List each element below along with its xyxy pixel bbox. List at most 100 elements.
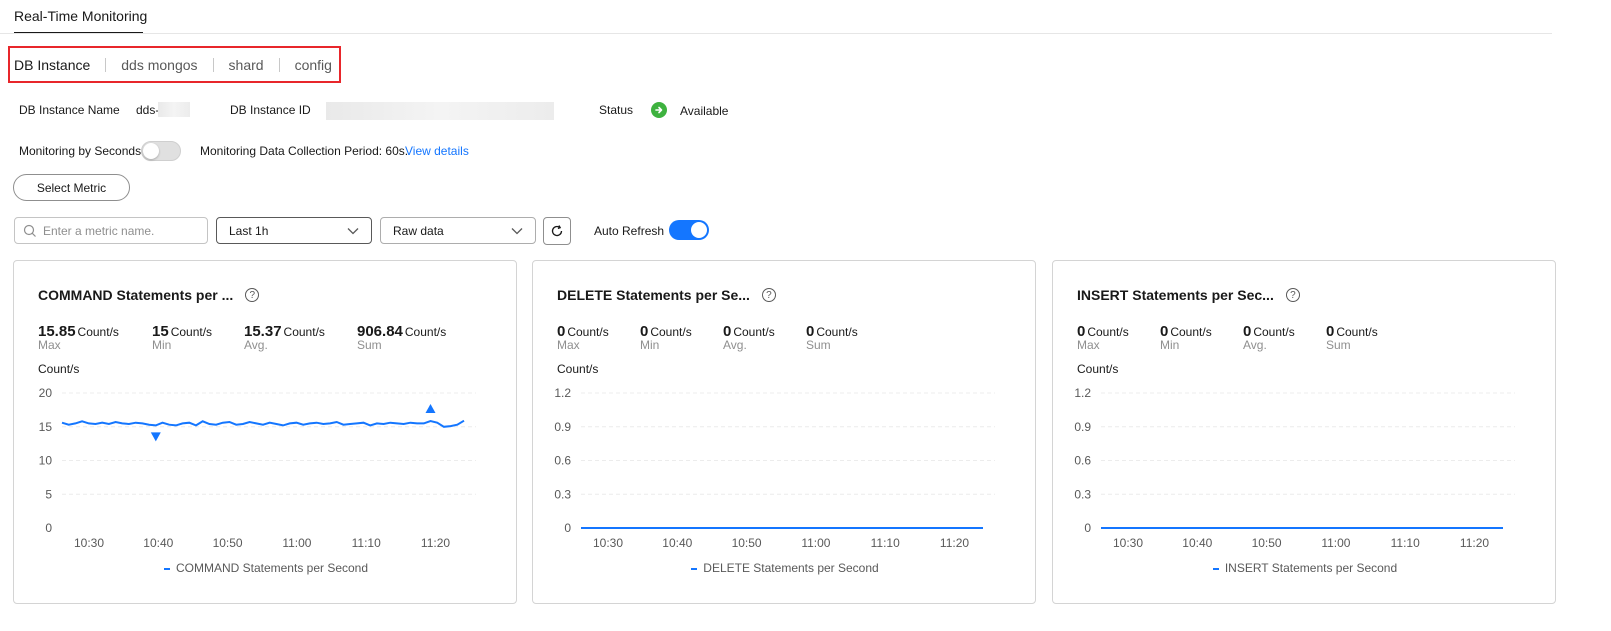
x-tick-label: 11:20 bbox=[421, 536, 450, 550]
chart-title-text: INSERT Statements per Sec... bbox=[1077, 287, 1274, 303]
stat-unit: Count/s bbox=[733, 325, 775, 339]
redacted-block bbox=[326, 102, 554, 120]
select-metric-button[interactable]: Select Metric bbox=[13, 174, 130, 201]
metric-search-input[interactable] bbox=[43, 223, 203, 238]
stat-max: 15.85 Count/s Max bbox=[38, 323, 119, 352]
y-tick-label: 0.3 bbox=[1074, 487, 1091, 501]
x-tick-label: 10:30 bbox=[593, 536, 623, 550]
legend-label: INSERT Statements per Second bbox=[1224, 561, 1398, 575]
stat-max: 0 Count/s Max bbox=[1077, 323, 1129, 352]
y-tick-label: 20 bbox=[39, 386, 53, 400]
stat-unit: Count/s bbox=[404, 325, 447, 339]
stat-label: Avg. bbox=[244, 338, 268, 352]
stat-label: Avg. bbox=[723, 338, 747, 352]
sub-tab-dds-mongos[interactable]: dds mongos bbox=[121, 57, 197, 73]
y-tick-label: 10 bbox=[39, 454, 53, 468]
sub-tab-shard[interactable]: shard bbox=[229, 57, 264, 73]
stat-label: Max bbox=[557, 338, 580, 352]
header-divider bbox=[0, 33, 1552, 34]
metric-search-box[interactable] bbox=[14, 217, 208, 244]
x-tick-label: 10:40 bbox=[662, 536, 692, 550]
stat-unit: Count/s bbox=[1087, 325, 1129, 339]
stat-unit: Count/s bbox=[650, 325, 692, 339]
toggle-knob bbox=[691, 222, 707, 238]
series-line bbox=[61, 419, 465, 428]
x-tick-label: 11:10 bbox=[871, 536, 900, 550]
chart-title-text: DELETE Statements per Se... bbox=[557, 287, 750, 303]
y-tick-label: 0.9 bbox=[1074, 420, 1091, 434]
stat-label: Sum bbox=[357, 338, 382, 352]
help-icon[interactable]: ? bbox=[245, 288, 260, 302]
status-available-icon bbox=[651, 102, 667, 118]
x-tick-label: 10:30 bbox=[1113, 536, 1143, 550]
stat-label: Sum bbox=[1326, 338, 1351, 352]
stat-label: Avg. bbox=[1243, 338, 1267, 352]
stat-unit: Count/s bbox=[1336, 325, 1378, 339]
y-tick-label: 0.6 bbox=[554, 454, 571, 468]
toggle-knob bbox=[143, 143, 159, 159]
stat-sum: 0 Count/s Sum bbox=[806, 323, 858, 352]
stat-min: 0 Count/s Min bbox=[1160, 323, 1212, 352]
x-tick-label: 11:20 bbox=[940, 536, 969, 550]
search-icon bbox=[23, 224, 36, 237]
tab-real-time-monitoring[interactable]: Real-Time Monitoring bbox=[14, 8, 147, 24]
chart-title: INSERT Statements per Sec...? bbox=[1077, 287, 1300, 303]
data-type-value: Raw data bbox=[393, 223, 444, 238]
monitoring-by-seconds-toggle[interactable] bbox=[141, 141, 181, 161]
chart-legend[interactable]: INSERT Statements per Second bbox=[1053, 561, 1557, 575]
chart-title: COMMAND Statements per ...? bbox=[38, 287, 260, 303]
chart-title-text: COMMAND Statements per ... bbox=[38, 287, 234, 303]
y-axis-unit: Count/s bbox=[1077, 362, 1119, 376]
view-details-link[interactable]: View details bbox=[405, 144, 469, 158]
y-tick-label: 1.2 bbox=[1074, 386, 1091, 400]
help-icon[interactable]: ? bbox=[761, 288, 776, 302]
legend-swatch bbox=[691, 567, 698, 570]
stat-unit: Count/s bbox=[816, 325, 858, 339]
instance-name-label: DB Instance Name bbox=[19, 103, 120, 117]
monitoring-by-seconds-label: Monitoring by Seconds bbox=[19, 144, 142, 158]
stat-unit: Count/s bbox=[1170, 325, 1212, 339]
stat-unit: Count/s bbox=[283, 325, 325, 339]
auto-refresh-toggle[interactable] bbox=[669, 220, 709, 240]
stat-unit: Count/s bbox=[1253, 325, 1295, 339]
help-icon[interactable]: ? bbox=[1285, 288, 1300, 302]
x-tick-label: 10:30 bbox=[74, 536, 104, 550]
legend-label: DELETE Statements per Second bbox=[703, 561, 879, 575]
line-chart: 1.2 0.9 0.6 0.3 0 10:30 10:40 10:50 11:00 11:10 11… bbox=[1074, 386, 1515, 550]
min-marker bbox=[150, 432, 161, 442]
data-type-select[interactable]: Raw data bbox=[380, 217, 536, 244]
refresh-button[interactable] bbox=[543, 217, 571, 245]
chevron-down-icon bbox=[511, 227, 523, 234]
stat-avg: 0 Count/s Avg. bbox=[1243, 323, 1295, 352]
refresh-icon bbox=[551, 225, 563, 237]
sub-tab-separator bbox=[212, 57, 214, 72]
x-tick-label: 11:20 bbox=[1460, 536, 1489, 550]
sub-tab-config[interactable]: config bbox=[295, 57, 332, 73]
status-label: Status bbox=[599, 103, 634, 117]
x-tick-label: 11:10 bbox=[352, 536, 381, 550]
y-tick-label: 5 bbox=[45, 487, 52, 501]
stat-unit: Count/s bbox=[77, 325, 119, 339]
stat-unit: Count/s bbox=[567, 325, 609, 339]
stat-max: 0 Count/s Max bbox=[557, 323, 609, 352]
chevron-down-icon bbox=[347, 227, 359, 234]
stat-label: Min bbox=[1160, 338, 1180, 352]
chart-card-delete: DELETE Statements per Se...? 0 Count/s Max 0… bbox=[532, 260, 1036, 604]
time-range-value: Last 1h bbox=[229, 223, 269, 238]
time-range-select[interactable]: Last 1h bbox=[216, 217, 372, 244]
stat-label: Min bbox=[152, 338, 172, 352]
x-tick-label: 10:50 bbox=[1252, 536, 1282, 550]
y-tick-label: 1.2 bbox=[554, 386, 571, 400]
stat-label: Max bbox=[1077, 338, 1100, 352]
collection-period-text: Monitoring Data Collection Period: 60s. bbox=[200, 144, 409, 158]
sub-tab-db-instance[interactable]: DB Instance bbox=[14, 57, 90, 73]
status-value: Available bbox=[680, 104, 729, 118]
y-axis-unit: Count/s bbox=[38, 362, 80, 376]
chart-legend[interactable]: DELETE Statements per Second bbox=[533, 561, 1037, 575]
stat-min: 15 Count/s Min bbox=[152, 323, 212, 352]
stat-avg: 15.37 Count/s Avg. bbox=[244, 323, 325, 352]
y-tick-label: 0.3 bbox=[554, 487, 571, 501]
chart-legend[interactable]: COMMAND Statements per Second bbox=[14, 561, 518, 575]
x-tick-label: 10:40 bbox=[143, 536, 173, 550]
sub-tab-separator bbox=[278, 57, 280, 72]
